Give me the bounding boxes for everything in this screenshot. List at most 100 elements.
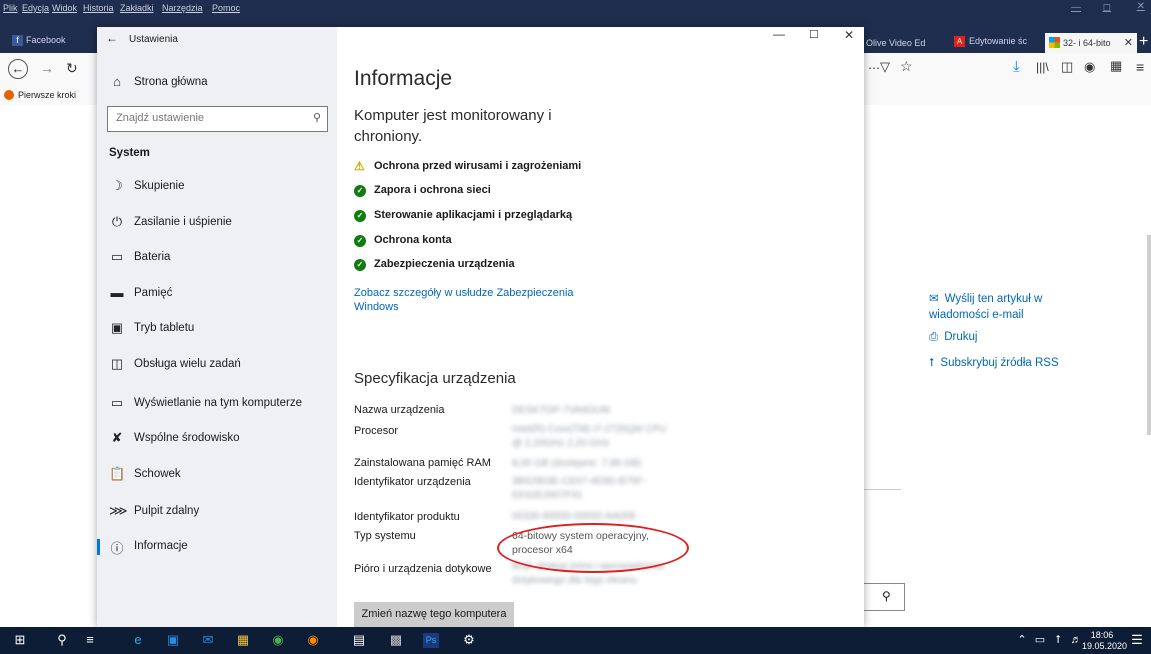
photoshop-icon[interactable]: Ps [423, 633, 439, 648]
windows-start-icon[interactable]: ⊞ [10, 631, 30, 649]
nav-home[interactable]: ⌂ Strona główna [97, 69, 337, 97]
tray-battery-icon[interactable]: ▭ [1030, 631, 1050, 649]
microsoft-icon [1049, 37, 1060, 48]
nav-bateria[interactable]: ▭ Bateria [97, 244, 337, 272]
nav-wielozadaniowosc[interactable]: ◫ Obsługa wielu zadań [97, 351, 337, 379]
nav-informacje[interactable]: ⓘ Informacje [97, 533, 337, 561]
minimize-icon[interactable]: — [773, 27, 785, 41]
facebook-icon: f [12, 35, 23, 46]
nav-schowek[interactable]: 📋 Schowek [97, 461, 337, 489]
document-icon[interactable]: ▤ [349, 631, 369, 649]
close-icon[interactable]: ✕ [844, 28, 854, 42]
home-icon: ⌂ [113, 74, 121, 89]
bookmark-star-icon[interactable]: ☆ [900, 58, 913, 75]
nav-tryb-tabletu[interactable]: ▣ Tryb tabletu [97, 315, 337, 343]
chrome-icon[interactable]: ◉ [268, 631, 288, 649]
clipboard-icon: 📋 [109, 466, 126, 481]
power-icon: ⏻ [111, 214, 123, 229]
maximize-icon[interactable]: ☐ [809, 28, 819, 41]
menu-widok[interactable]: Widok [52, 3, 77, 13]
nav-wspolne-srodowisko[interactable]: ✘ Wspólne środowisko [97, 425, 337, 453]
notification-icon[interactable]: ☰ [1127, 631, 1147, 649]
spec-key: Zainstalowana pamięć RAM [354, 457, 491, 469]
hamburger-menu-icon[interactable]: ≡ [1136, 59, 1144, 75]
clock-date: 19.05.2020 [1082, 641, 1128, 651]
back-icon[interactable]: ← [8, 59, 28, 79]
library-icon[interactable]: |||\ [1036, 60, 1049, 74]
app-icon[interactable]: ▩ [386, 631, 406, 649]
nav-wyswietlanie[interactable]: ▭ Wyświetlanie na tym komputerze [97, 390, 337, 418]
explorer-icon[interactable]: ▦ [233, 631, 253, 649]
nav-zasilanie[interactable]: ⏻ Zasilanie i uśpienie [97, 209, 337, 237]
menu-narzedzia[interactable]: Narzędzia [162, 3, 203, 13]
email-article-link[interactable]: ✉ Wyślij ten artykuł w wiadomości e-mail [929, 291, 1069, 323]
menu-historia[interactable]: Historia [83, 3, 114, 13]
store-icon[interactable]: ▣ [163, 631, 183, 649]
spec-key: Identyfikator produktu [354, 511, 460, 523]
nav-label: Pulpit zdalny [134, 505, 200, 517]
remote-desktop-icon: ⋙ [109, 503, 128, 518]
nav-label: Skupienie [134, 180, 185, 192]
pocket-icon[interactable]: ▽ [880, 59, 890, 75]
mail-icon[interactable]: ✉ [198, 631, 218, 649]
menu-zakladki[interactable]: Zakładki [120, 3, 154, 13]
warning-icon: ⚠ [354, 159, 365, 173]
security-details-link[interactable]: Zobacz szczegóły w usłudze Zabezpieczeni… [354, 286, 584, 314]
settings-search-input[interactable]: Znajdź ustawienie ⚲ [107, 106, 328, 132]
menu-pomoc[interactable]: Pomoc [212, 3, 240, 13]
nav-label: Tryb tabletu [134, 322, 195, 334]
search-icon[interactable]: ⚲ [313, 111, 321, 124]
print-link[interactable]: ⎙ Drukuj [929, 329, 977, 345]
search-placeholder: Znajdź ustawienie [116, 112, 205, 124]
nav-skupienie[interactable]: ☽ Skupienie [97, 173, 337, 201]
tab-close-icon[interactable]: ✕ [1124, 36, 1133, 49]
menu-plik[interactable]: Plik [3, 3, 18, 13]
search-icon[interactable]: ⚲ [882, 589, 891, 603]
edge-icon[interactable]: e [128, 631, 148, 649]
settings-gear-icon[interactable]: ⚙ [459, 631, 479, 649]
divider [864, 489, 901, 490]
reload-icon[interactable]: ↻ [66, 60, 78, 77]
forward-icon[interactable]: → [40, 60, 54, 76]
page-scrollbar[interactable] [1147, 235, 1151, 435]
firefox-icon[interactable]: ◉ [303, 631, 323, 649]
extension-icon[interactable]: ▦ [1110, 58, 1122, 74]
back-arrow-icon[interactable]: ← [106, 31, 118, 45]
sidebar-icon[interactable]: ◫ [1061, 59, 1073, 75]
menu-edycja[interactable]: Edycja [22, 3, 49, 13]
settings-sidebar: ← Ustawienia ⌂ Strona główna Znajdź usta… [97, 27, 337, 627]
tray-wifi-icon[interactable]: ⭡ [1048, 631, 1068, 649]
page-actions-icon[interactable]: ⋯ [868, 61, 880, 75]
email-icon: ✉ [929, 293, 939, 305]
web-search-box[interactable]: ⚲ [864, 583, 905, 611]
rss-link[interactable]: ⭡ Subskrybuj źródła RSS [929, 355, 1059, 371]
status-label: Zabezpieczenia urządzenia [374, 258, 515, 270]
nav-pulpit-zdalny[interactable]: ⋙ Pulpit zdalny [97, 498, 337, 526]
spec-value: Intel(R) Core(TM) i7-2720QM CPU @ 2,20GH… [512, 424, 667, 449]
search-icon[interactable]: ⚲ [52, 631, 72, 649]
storage-icon: ▬ [110, 285, 124, 300]
nav-label: Obsługa wielu zadań [134, 358, 241, 370]
nav-label: Informacje [134, 540, 188, 552]
focus-moon-icon: ☽ [111, 178, 123, 193]
minimize-icon[interactable]: — [1071, 2, 1081, 13]
task-view-icon[interactable]: ≡ [80, 631, 100, 649]
rename-computer-button[interactable]: Zmień nazwę tego komputera [354, 602, 514, 627]
spec-value: 00330-80000-00000-AA006 [512, 511, 636, 522]
status-label: Ochrona przed wirusami i zagrożeniami [374, 160, 582, 172]
spec-value: 8,00 GB (dostępne: 7,88 GB) [512, 458, 642, 469]
status-label: Zapora i ochrona sieci [374, 184, 491, 196]
projecting-icon: ▭ [110, 395, 124, 410]
close-icon[interactable]: ✕ [1137, 1, 1145, 12]
nav-label: Pamięć [134, 287, 173, 299]
download-icon[interactable]: ⤓ [1013, 58, 1020, 75]
bookmark-pierwsze-kroki[interactable]: Pierwsze kroki [18, 90, 76, 100]
clock[interactable]: 18:06 19.05.2020 [1082, 630, 1128, 652]
spec-key: Nazwa urządzenia [354, 404, 445, 416]
clock-time: 18:06 [1090, 630, 1114, 640]
nav-pamiec[interactable]: ▬ Pamięć [97, 280, 337, 308]
new-tab-icon[interactable]: + [1139, 33, 1148, 51]
account-icon[interactable]: ◉ [1084, 59, 1095, 75]
restore-icon[interactable]: ◻ [1103, 2, 1111, 13]
tray-chevron-icon[interactable]: ⌃ [1012, 631, 1032, 649]
